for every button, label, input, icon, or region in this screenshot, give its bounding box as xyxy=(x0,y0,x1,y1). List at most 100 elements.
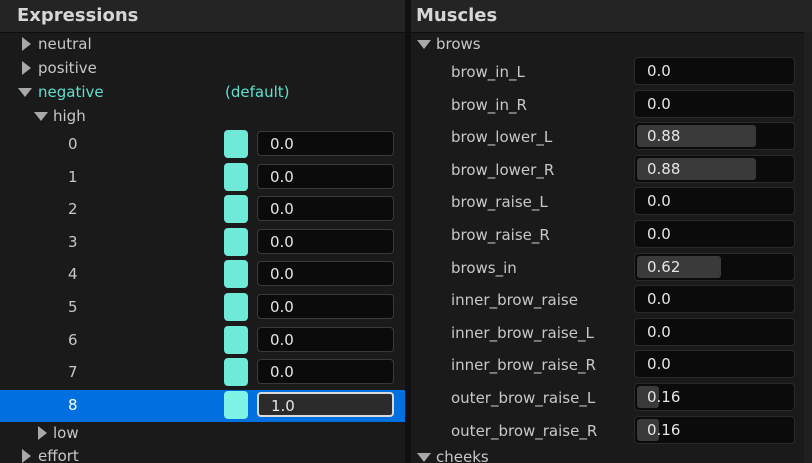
muscle-row: inner_brow_raise_L 0.0 xyxy=(411,318,812,348)
weight-value: 0.0 xyxy=(270,363,294,381)
muscle-value-slider[interactable]: 0.62 xyxy=(634,253,795,281)
muscle-row: brow_in_L 0.0 xyxy=(411,57,812,87)
expand-arrow-icon[interactable] xyxy=(22,37,31,51)
default-tag: (default) xyxy=(225,83,290,101)
muscle-label: inner_brow_raise_R xyxy=(451,356,596,374)
muscle-row: inner_brow_raise 0.0 xyxy=(411,285,812,315)
muscles-header: Muscles xyxy=(411,0,812,33)
weight-value: 0.0 xyxy=(270,331,294,349)
expression-index: 3 xyxy=(68,233,78,251)
color-swatch[interactable] xyxy=(224,163,248,191)
color-swatch[interactable] xyxy=(224,195,248,223)
muscle-row: brows_in 0.62 xyxy=(411,253,812,283)
weight-value: 0.0 xyxy=(270,200,294,218)
expressions-header: Expressions xyxy=(0,0,405,33)
collapse-arrow-icon[interactable] xyxy=(417,453,431,462)
weight-field[interactable]: 0.0 xyxy=(257,196,394,221)
expression-row[interactable]: 2 0.0 xyxy=(0,194,405,226)
muscle-label: outer_brow_raise_L xyxy=(451,389,596,407)
weight-field[interactable]: 0.0 xyxy=(257,294,394,319)
color-swatch[interactable] xyxy=(224,326,248,354)
muscle-value: 0.88 xyxy=(647,127,681,145)
muscle-row: outer_brow_raise_R 0.16 xyxy=(411,416,812,446)
color-swatch[interactable] xyxy=(224,391,248,419)
weight-field[interactable]: 0.0 xyxy=(257,164,394,189)
tree-item-label: positive xyxy=(38,59,97,77)
muscle-value: 0.62 xyxy=(647,258,681,276)
color-swatch[interactable] xyxy=(224,228,248,256)
muscle-value: 0.0 xyxy=(647,95,671,113)
expression-row[interactable]: 0 0.0 xyxy=(0,129,405,161)
color-swatch[interactable] xyxy=(224,260,248,288)
expression-index: 4 xyxy=(68,265,78,283)
weight-value: 0.0 xyxy=(270,298,294,316)
weight-field[interactable]: 0.0 xyxy=(257,131,394,156)
muscle-row: brow_raise_R 0.0 xyxy=(411,220,812,250)
muscle-value: 0.0 xyxy=(647,225,671,243)
muscles-title: Muscles xyxy=(416,5,498,26)
expression-row[interactable]: 3 0.0 xyxy=(0,227,405,259)
muscle-value-slider[interactable]: 0.16 xyxy=(634,416,795,444)
muscle-label: inner_brow_raise xyxy=(451,291,578,309)
expression-row[interactable]: 8 1.0 xyxy=(0,390,405,422)
weight-value: 0.0 xyxy=(270,168,294,186)
muscle-value-slider[interactable]: 0.88 xyxy=(634,155,795,183)
collapse-arrow-icon[interactable] xyxy=(34,112,48,121)
muscle-label: brow_raise_R xyxy=(451,226,550,244)
weight-field[interactable]: 0.0 xyxy=(257,261,394,286)
color-swatch[interactable] xyxy=(224,293,248,321)
muscle-label: brow_in_L xyxy=(451,63,525,81)
expression-index: 5 xyxy=(68,298,78,316)
muscle-value: 0.16 xyxy=(647,421,681,439)
muscle-value-slider[interactable]: 0.0 xyxy=(634,285,795,313)
muscle-row: brow_lower_R 0.88 xyxy=(411,155,812,185)
muscle-value-slider[interactable]: 0.0 xyxy=(634,57,795,85)
muscle-value-slider[interactable]: 0.0 xyxy=(634,220,795,248)
muscle-label: brow_lower_R xyxy=(451,161,555,179)
expression-index: 6 xyxy=(68,331,78,349)
tree-item-effort[interactable]: effort xyxy=(0,442,405,463)
weight-field[interactable]: 0.0 xyxy=(257,229,394,254)
expression-row[interactable]: 1 0.0 xyxy=(0,162,405,194)
muscle-value-slider[interactable]: 0.88 xyxy=(634,122,795,150)
scrollbar[interactable] xyxy=(804,32,812,463)
muscle-value-slider[interactable]: 0.0 xyxy=(634,90,795,118)
expand-arrow-icon[interactable] xyxy=(22,449,31,463)
muscle-value-slider[interactable]: 0.16 xyxy=(634,383,795,411)
muscle-value-slider[interactable]: 0.0 xyxy=(634,187,795,215)
expression-row[interactable]: 6 0.0 xyxy=(0,325,405,357)
color-swatch[interactable] xyxy=(224,130,248,158)
muscle-value: 0.0 xyxy=(647,290,671,308)
muscle-label: brow_in_R xyxy=(451,96,527,114)
muscles-panel: Muscles brows brow_in_L 0.0 brow_in_R 0.0 br… xyxy=(411,0,812,463)
expression-index: 2 xyxy=(68,200,78,218)
weight-value: 0.0 xyxy=(270,135,294,153)
muscle-value: 0.0 xyxy=(647,192,671,210)
muscle-row: brow_raise_L 0.0 xyxy=(411,187,812,217)
weight-field[interactable]: 1.0 xyxy=(257,392,394,417)
group-label: brows xyxy=(436,35,481,53)
muscle-value-slider[interactable]: 0.0 xyxy=(634,318,795,346)
muscle-row: brow_in_R 0.0 xyxy=(411,90,812,120)
expression-index: 0 xyxy=(68,135,78,153)
expression-row[interactable]: 5 0.0 xyxy=(0,292,405,324)
expression-row[interactable]: 4 0.0 xyxy=(0,259,405,291)
expand-arrow-icon[interactable] xyxy=(22,61,31,75)
weight-value: 1.0 xyxy=(271,397,295,415)
weight-field[interactable]: 0.0 xyxy=(257,327,394,352)
expression-row[interactable]: 7 0.0 xyxy=(0,357,405,389)
collapse-arrow-icon[interactable] xyxy=(18,88,32,97)
tree-item-high[interactable]: high xyxy=(0,102,405,132)
expand-arrow-icon[interactable] xyxy=(38,426,47,440)
muscle-value: 0.0 xyxy=(647,62,671,80)
muscle-value: 0.16 xyxy=(647,388,681,406)
group-cheeks[interactable]: cheeks xyxy=(411,443,812,463)
muscle-value-slider[interactable]: 0.0 xyxy=(634,350,795,378)
color-swatch[interactable] xyxy=(224,358,248,386)
weight-field[interactable]: 0.0 xyxy=(257,359,394,384)
muscle-row: outer_brow_raise_L 0.16 xyxy=(411,383,812,413)
collapse-arrow-icon[interactable] xyxy=(417,40,431,49)
group-brows[interactable]: brows xyxy=(411,30,812,60)
tree-item-label: effort xyxy=(38,447,79,463)
tree-item-label: negative xyxy=(38,83,104,101)
